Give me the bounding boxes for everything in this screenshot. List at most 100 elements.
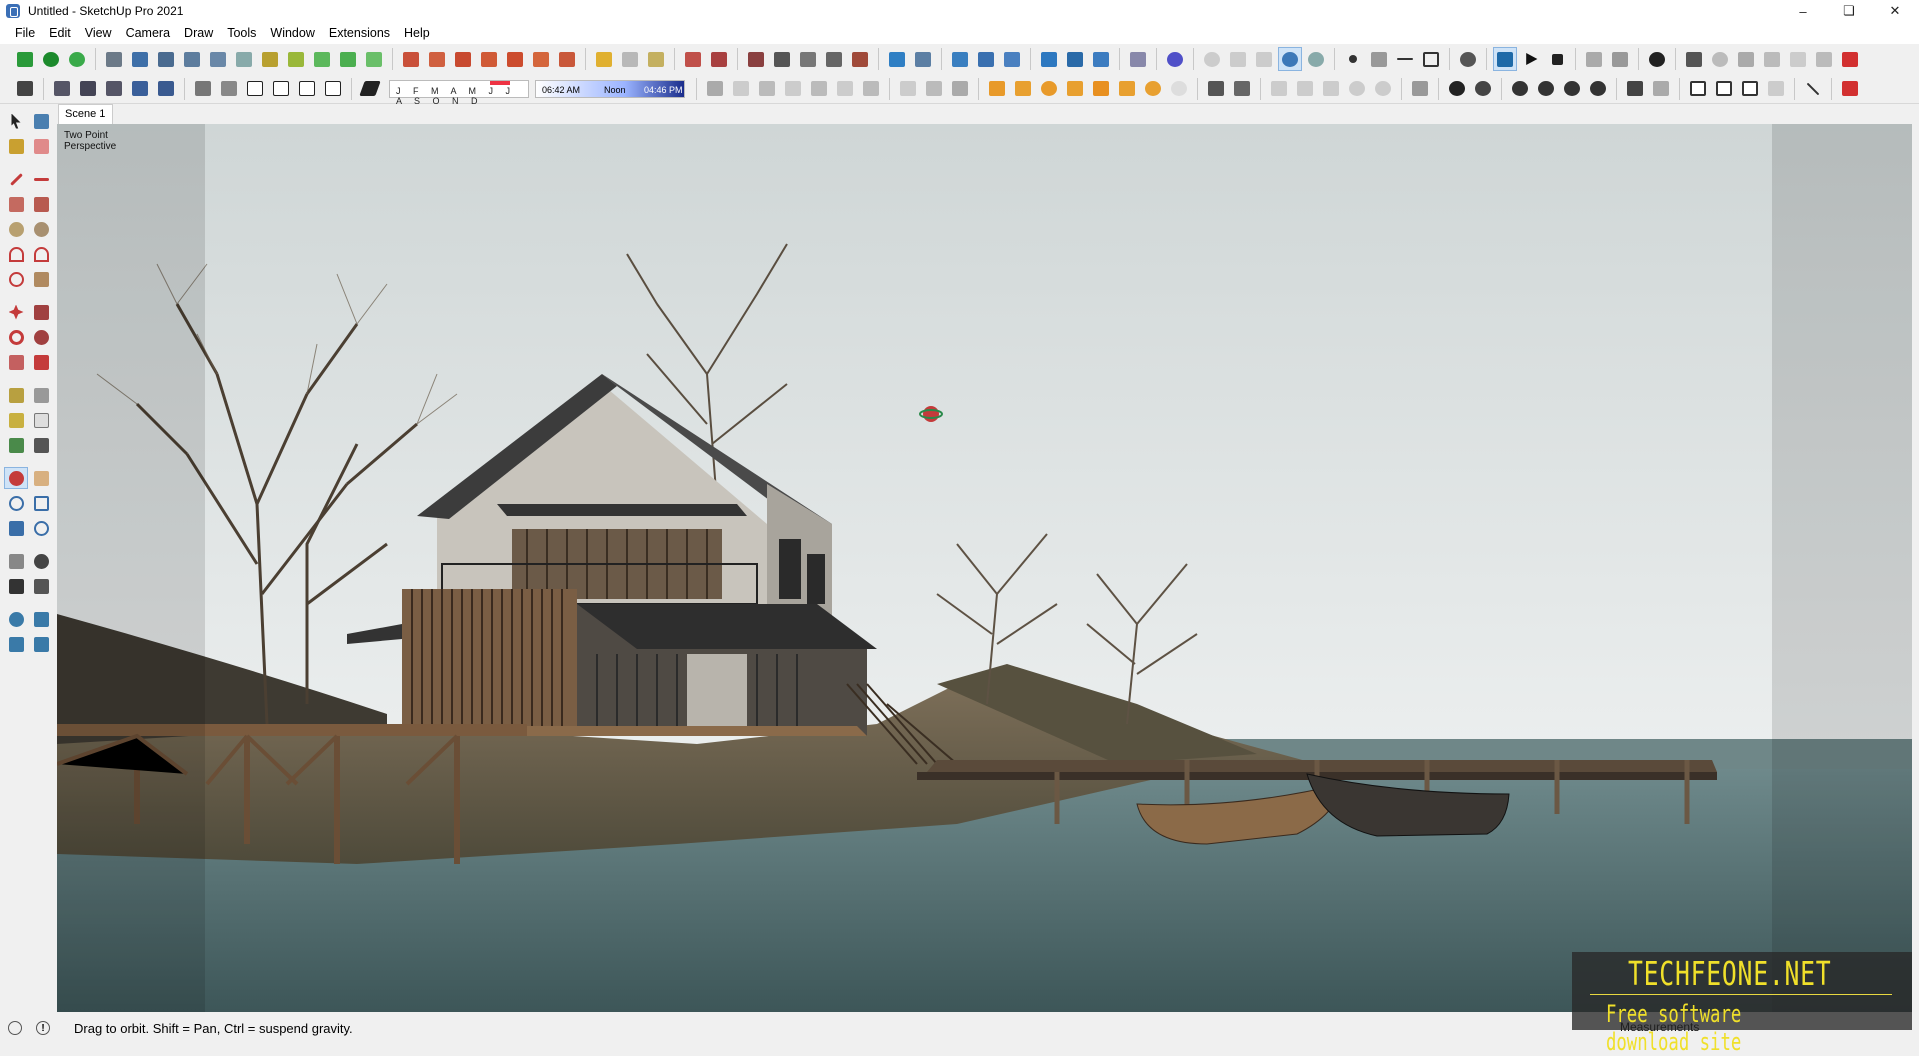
circle-icon[interactable]: [4, 218, 28, 240]
render-2-icon[interactable]: [1708, 47, 1732, 71]
menu-camera[interactable]: Camera: [119, 22, 177, 44]
window-1-icon[interactable]: [1686, 77, 1710, 101]
render-5-icon[interactable]: [1786, 47, 1810, 71]
component-icon[interactable]: [592, 47, 616, 71]
line-tool-icon[interactable]: [1801, 77, 1825, 101]
camera-1-icon[interactable]: [1200, 47, 1224, 71]
shadow-time-slider[interactable]: 06:42 AM Noon 04:46 PM: [535, 79, 685, 98]
menu-draw[interactable]: Draw: [177, 22, 220, 44]
solid-tools-icon[interactable]: [555, 47, 579, 71]
rectangle-outline-icon[interactable]: [1419, 47, 1443, 71]
orange-7-icon[interactable]: [1141, 77, 1165, 101]
select-arrow-icon[interactable]: [4, 110, 28, 132]
render-4-icon[interactable]: [1760, 47, 1784, 71]
position-camera-icon[interactable]: [4, 550, 28, 572]
orange-4-icon[interactable]: [1063, 77, 1087, 101]
materials-icon[interactable]: [681, 47, 705, 71]
solid-split-icon[interactable]: [529, 47, 553, 71]
zoom-extents-icon[interactable]: [4, 517, 28, 539]
sandbox-flip-icon[interactable]: [336, 47, 360, 71]
section-plane-icon[interactable]: [102, 47, 126, 71]
v2-icon[interactable]: [1471, 77, 1495, 101]
paint-bucket-icon[interactable]: [4, 135, 28, 157]
previous-view-icon[interactable]: [29, 517, 53, 539]
section-cut-icon[interactable]: [217, 77, 241, 101]
shadow-toggle-icon[interactable]: [358, 77, 382, 101]
sb-2-icon[interactable]: [1293, 77, 1317, 101]
solid-outer-shell-icon[interactable]: [399, 47, 423, 71]
rectangle-icon[interactable]: [4, 193, 28, 215]
move-tool-icon[interactable]: [4, 301, 28, 323]
three-point-arc-icon[interactable]: [4, 268, 28, 290]
pin-tool-3-icon[interactable]: [1000, 47, 1024, 71]
push-pull-arrow-icon[interactable]: [911, 47, 935, 71]
sb-5-icon[interactable]: [1371, 77, 1395, 101]
pan-hand-icon[interactable]: [29, 467, 53, 489]
solid-union-icon[interactable]: [451, 47, 475, 71]
shaded-textures-icon[interactable]: [822, 47, 846, 71]
group-icon[interactable]: [618, 47, 642, 71]
grid-tool-2-icon[interactable]: [206, 47, 230, 71]
line-icon[interactable]: [1393, 47, 1417, 71]
make-component-icon[interactable]: [29, 110, 53, 132]
eraser-icon[interactable]: [29, 135, 53, 157]
layers-icon[interactable]: [13, 77, 37, 101]
box-3-icon[interactable]: [781, 77, 805, 101]
house-icon[interactable]: [243, 77, 267, 101]
subtract-icon[interactable]: [1230, 77, 1254, 101]
house-3-icon[interactable]: [321, 77, 345, 101]
section-fill-icon[interactable]: [191, 77, 215, 101]
push-pull-icon[interactable]: [29, 301, 53, 323]
sandbox-contours-icon[interactable]: [362, 47, 386, 71]
grid-1-icon[interactable]: [896, 77, 920, 101]
follow-me-icon[interactable]: [29, 326, 53, 348]
align-icon[interactable]: [1623, 77, 1647, 101]
top-view-icon[interactable]: [76, 77, 100, 101]
orange-2-icon[interactable]: [1011, 77, 1035, 101]
window-2-icon[interactable]: [1712, 77, 1736, 101]
hand-icon[interactable]: [1408, 77, 1432, 101]
dimension-icon[interactable]: [128, 47, 152, 71]
box-icon[interactable]: [729, 77, 753, 101]
menu-view[interactable]: View: [78, 22, 119, 44]
render-7-icon[interactable]: [1838, 47, 1862, 71]
gear-icon[interactable]: [1645, 47, 1669, 71]
move-icon[interactable]: [885, 47, 909, 71]
rotate-icon[interactable]: [4, 326, 28, 348]
point-icon[interactable]: [1341, 47, 1365, 71]
play-icon[interactable]: [1519, 47, 1543, 71]
look-around-icon[interactable]: [29, 550, 53, 572]
quad-icon[interactable]: [1089, 47, 1113, 71]
info-icon[interactable]: !: [36, 1021, 50, 1035]
stop-icon[interactable]: [1545, 47, 1569, 71]
menu-tools[interactable]: Tools: [220, 22, 263, 44]
orange-3-icon[interactable]: [1037, 77, 1061, 101]
menu-help[interactable]: Help: [397, 22, 437, 44]
soften-edges-icon[interactable]: [744, 47, 768, 71]
house-2-icon[interactable]: [269, 77, 293, 101]
sandbox-4-icon[interactable]: [29, 633, 53, 655]
monochrome-icon[interactable]: [848, 47, 872, 71]
tape-measure-icon[interactable]: [4, 384, 28, 406]
walk-tool-icon[interactable]: [4, 575, 28, 597]
settings-hex-icon[interactable]: [1304, 47, 1328, 71]
box-4-icon[interactable]: [807, 77, 831, 101]
v-ray-icon[interactable]: [1493, 47, 1517, 71]
sandbox-3-icon[interactable]: [4, 633, 28, 655]
offset-icon[interactable]: [29, 351, 53, 373]
refresh-icon[interactable]: [1586, 77, 1610, 101]
minimize-icon[interactable]: –: [1780, 0, 1826, 22]
close-icon[interactable]: ✕: [1872, 0, 1918, 22]
sandbox-stamp-icon[interactable]: [258, 47, 282, 71]
scale-tool-icon[interactable]: [1063, 47, 1087, 71]
grid-tool-icon[interactable]: [180, 47, 204, 71]
zoom-icon[interactable]: [4, 492, 28, 514]
render-3-icon[interactable]: [1734, 47, 1758, 71]
grid-2-icon[interactable]: [922, 77, 946, 101]
box-2-icon[interactable]: [755, 77, 779, 101]
menu-file[interactable]: File: [8, 22, 42, 44]
camera-2-icon[interactable]: [1226, 47, 1250, 71]
window-3-icon[interactable]: [1738, 77, 1762, 101]
camera-3-icon[interactable]: [1252, 47, 1276, 71]
orange-8-icon[interactable]: [1167, 77, 1191, 101]
